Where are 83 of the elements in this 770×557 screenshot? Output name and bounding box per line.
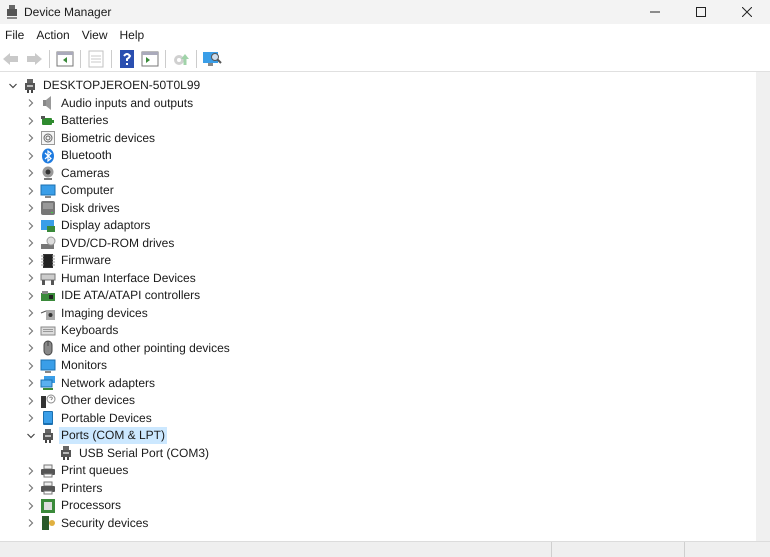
device-tree-item[interactable]: Imaging devices	[59, 304, 150, 322]
chevron-right-icon[interactable]	[26, 466, 36, 476]
menu-item[interactable]: File	[0, 26, 30, 44]
device-tree-item[interactable]: IDE ATA/ATAPI controllers	[59, 287, 202, 304]
scan-hardware-icon[interactable]	[202, 50, 222, 68]
device-tree-item[interactable]: Biometric devices	[59, 130, 158, 147]
chevron-right-icon[interactable]	[26, 168, 36, 178]
device-tree-item[interactable]: Printers	[59, 480, 104, 497]
connector-icon	[22, 78, 38, 94]
webcam-icon	[40, 165, 56, 182]
device-tree-item[interactable]: Monitors	[59, 357, 110, 374]
optical-drive-icon	[40, 235, 56, 252]
security-device-icon	[40, 515, 56, 532]
scrollbar-track[interactable]	[756, 72, 770, 541]
monitor-icon	[40, 182, 56, 199]
device-tree-item[interactable]: Cameras	[59, 164, 112, 182]
device-tree-item[interactable]: Batteries	[59, 112, 110, 130]
chevron-right-icon[interactable]	[26, 238, 36, 248]
menu-item[interactable]: Action	[31, 26, 75, 44]
monitor-icon	[40, 358, 56, 374]
device-tree-item[interactable]: Processors	[59, 497, 124, 514]
processor-icon	[40, 498, 56, 514]
chevron-right-icon[interactable]	[26, 343, 36, 354]
chevron-right-icon[interactable]	[26, 413, 36, 424]
chevron-right-icon[interactable]	[26, 98, 36, 108]
device-tree-item[interactable]: Security devices	[59, 514, 150, 532]
device-tree-item[interactable]: Print queues	[59, 462, 130, 480]
printer-icon	[40, 480, 56, 496]
device-tree-item[interactable]: USB Serial Port (COM3)	[77, 444, 212, 462]
printer-icon	[40, 462, 56, 479]
fingerprint-icon	[40, 130, 56, 146]
connector-icon	[40, 428, 56, 444]
chevron-right-icon[interactable]	[26, 186, 36, 196]
chevron-right-icon[interactable]	[26, 500, 36, 511]
chevron-right-icon[interactable]	[26, 308, 36, 318]
chevron-right-icon[interactable]	[26, 396, 36, 406]
chevron-right-icon[interactable]	[26, 360, 36, 371]
device-tree-item[interactable]: Human Interface Devices	[59, 270, 198, 287]
chevron-down-icon[interactable]	[26, 430, 36, 441]
network-icon	[40, 375, 56, 392]
device-tree-item[interactable]: Bluetooth	[59, 147, 114, 164]
disk-drive-icon	[40, 200, 56, 216]
chevron-right-icon[interactable]	[26, 326, 36, 336]
device-tree-item[interactable]: Network adapters	[59, 374, 158, 392]
chevron-right-icon[interactable]	[26, 483, 36, 494]
device-tree-item[interactable]: Audio inputs and outputs	[59, 94, 196, 112]
action-pane-icon[interactable]	[140, 50, 160, 68]
chevron-down-icon[interactable]	[8, 80, 18, 91]
phone-icon	[40, 410, 56, 426]
chevron-right-icon[interactable]	[26, 220, 36, 231]
chevron-right-icon[interactable]	[26, 256, 36, 266]
chevron-right-icon[interactable]	[26, 518, 36, 528]
device-tree-item[interactable]: Computer	[59, 182, 116, 200]
device-tree-item[interactable]: Firmware	[59, 252, 113, 270]
device-tree-item[interactable]: Ports (COM & LPT)	[59, 427, 168, 444]
app-icon	[4, 4, 20, 20]
chevron-right-icon[interactable]	[26, 133, 36, 144]
window-title: Device Manager	[24, 4, 112, 21]
chevron-right-icon[interactable]	[26, 273, 36, 284]
display-adapter-icon	[40, 218, 56, 234]
menu-item[interactable]: View	[76, 26, 112, 44]
device-tree-item[interactable]: Keyboards	[59, 322, 120, 340]
chevron-right-icon[interactable]	[26, 378, 36, 388]
console-tree-icon[interactable]	[55, 50, 75, 68]
close-icon	[742, 7, 752, 17]
device-tree-item[interactable]: Display adaptors	[59, 217, 152, 234]
device-tree-item[interactable]: Disk drives	[59, 200, 122, 217]
device-tree-item[interactable]: DESKTOPJEROEN-50T0L99	[41, 77, 202, 94]
device-tree-item[interactable]: Other devices	[59, 392, 138, 410]
connector-icon	[58, 445, 74, 462]
help-icon[interactable]	[117, 50, 137, 68]
chip-icon	[40, 252, 56, 269]
menu-item[interactable]: Help	[114, 26, 150, 44]
device-tree-item[interactable]: Mice and other pointing devices	[59, 340, 232, 357]
unknown-device-icon	[40, 392, 56, 409]
device-tree-item[interactable]: DVD/CD-ROM drives	[59, 234, 176, 252]
chevron-right-icon[interactable]	[26, 203, 36, 214]
bluetooth-icon	[40, 148, 56, 164]
chevron-right-icon[interactable]	[26, 116, 36, 126]
chevron-right-icon[interactable]	[26, 150, 36, 161]
chevron-right-icon[interactable]	[26, 290, 36, 301]
maximize-icon	[696, 7, 706, 17]
device-tree-item[interactable]: Portable Devices	[59, 410, 154, 427]
